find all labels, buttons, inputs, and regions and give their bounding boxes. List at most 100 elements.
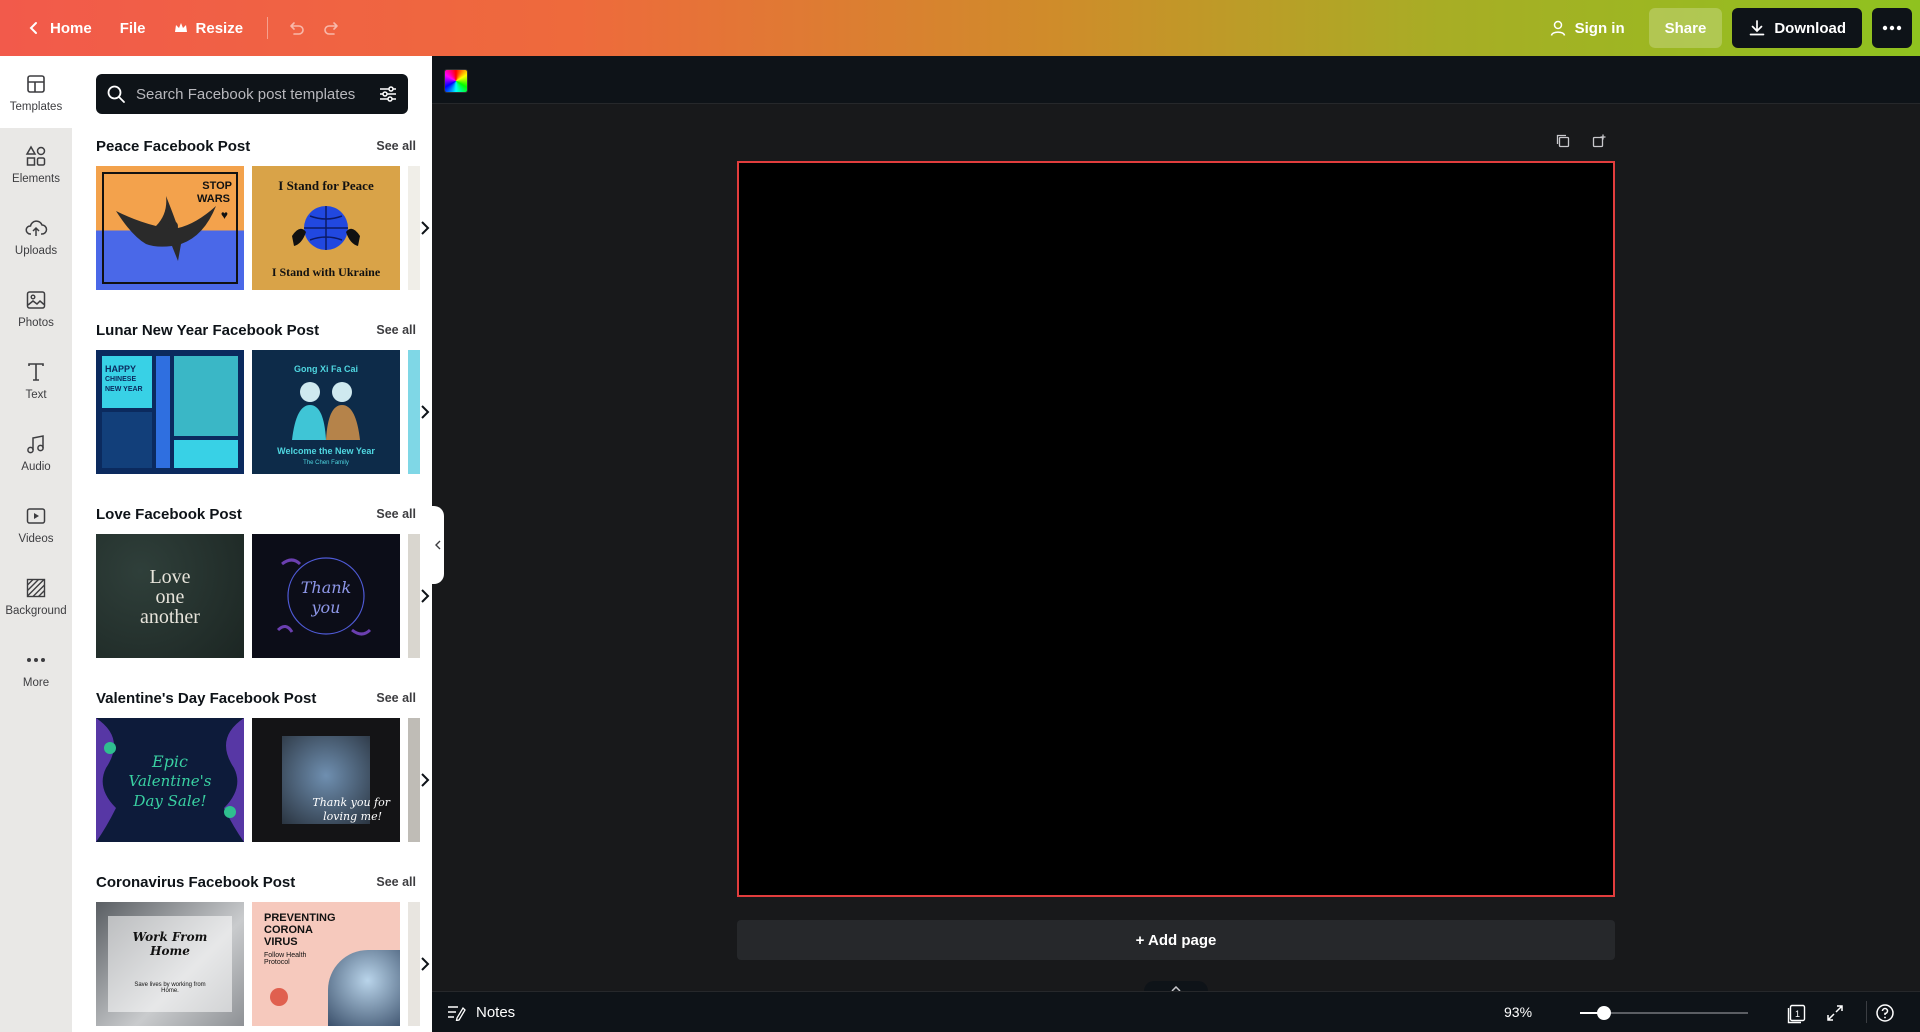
undo-button[interactable] bbox=[278, 10, 314, 46]
template-thumbnail[interactable]: Thank you bbox=[252, 534, 400, 658]
template-thumbnail[interactable]: Thank you for loving me! bbox=[252, 718, 400, 842]
file-menu-button[interactable]: File bbox=[106, 8, 160, 48]
chevron-right-icon bbox=[421, 773, 430, 787]
more-options-button[interactable] bbox=[1872, 8, 1912, 48]
template-thumbnail[interactable]: HAPPY CHINESE NEW YEAR bbox=[96, 350, 244, 474]
rail-item-photos[interactable]: Photos bbox=[0, 272, 72, 344]
template-thumbnail[interactable]: Love one another bbox=[96, 534, 244, 658]
bottom-bar: Notes 93% 1 bbox=[432, 991, 1920, 1032]
user-icon bbox=[1550, 20, 1565, 36]
template-section: Love Facebook Post See all Love one anot… bbox=[96, 504, 430, 658]
carousel-next-button[interactable] bbox=[414, 765, 432, 795]
section-title: Coronavirus Facebook Post bbox=[96, 873, 296, 891]
undo-icon bbox=[290, 22, 304, 35]
template-section: Lunar New Year Facebook Post See all HAP… bbox=[96, 320, 430, 474]
thumb-text: CHINESE bbox=[105, 376, 137, 383]
duplicate-page-button[interactable] bbox=[1552, 130, 1574, 152]
notes-icon bbox=[448, 1006, 466, 1021]
divider bbox=[267, 17, 269, 39]
template-thumbnail[interactable]: PREVENTING CORONA VIRUS Follow Health Pr… bbox=[252, 902, 400, 1026]
sign-in-button[interactable]: Sign in bbox=[1535, 8, 1639, 48]
thumb-text: Thank bbox=[300, 578, 352, 597]
redo-icon bbox=[324, 22, 338, 35]
file-label: File bbox=[119, 19, 146, 37]
rail-item-videos[interactable]: Videos bbox=[0, 488, 72, 560]
search-input[interactable] bbox=[136, 85, 368, 103]
add-page-icon-button[interactable] bbox=[1588, 130, 1610, 152]
thumb-text: CORONA bbox=[264, 924, 313, 936]
thumb-text: Epic bbox=[152, 752, 188, 771]
rail-item-background[interactable]: Background bbox=[0, 560, 72, 632]
see-all-link[interactable]: See all bbox=[376, 691, 416, 705]
home-button[interactable]: Home bbox=[12, 8, 106, 48]
template-thumbnail[interactable]: Epic Valentine's Day Sale! bbox=[96, 718, 244, 842]
rail-label: Videos bbox=[18, 532, 54, 545]
thumb-text: Valentine's bbox=[128, 772, 212, 790]
template-thumbnail[interactable]: STOP WARS ♥ bbox=[96, 166, 244, 290]
heart-icon: ♥ bbox=[220, 208, 228, 222]
editor-area: + Add page bbox=[432, 56, 1920, 1032]
editor-toolbar bbox=[432, 56, 1920, 104]
divider bbox=[1866, 1001, 1867, 1023]
see-all-link[interactable]: See all bbox=[376, 507, 416, 521]
zoom-level[interactable]: 93% bbox=[1504, 1004, 1532, 1020]
background-color-swatch[interactable] bbox=[444, 69, 468, 93]
download-label: Download bbox=[1774, 19, 1846, 37]
download-button[interactable]: Download bbox=[1732, 8, 1862, 48]
help-button[interactable] bbox=[1872, 1000, 1898, 1026]
zoom-slider-knob[interactable] bbox=[1596, 1006, 1611, 1020]
carousel-next-button[interactable] bbox=[414, 949, 432, 979]
home-label: Home bbox=[50, 19, 92, 37]
elements-icon bbox=[25, 144, 46, 166]
rail-item-uploads[interactable]: Uploads bbox=[0, 200, 72, 272]
thumb-text: The Chen Family bbox=[303, 460, 349, 466]
rail-item-elements[interactable]: Elements bbox=[0, 128, 72, 200]
see-all-link[interactable]: See all bbox=[376, 323, 416, 337]
fullscreen-button[interactable] bbox=[1822, 1000, 1848, 1026]
thumb-text: Day Sale! bbox=[133, 792, 207, 810]
chevron-left-icon bbox=[435, 540, 441, 550]
share-label: Share bbox=[1664, 19, 1707, 37]
top-bar: Home File Resize Sign in Share Download bbox=[0, 0, 1920, 56]
template-thumbnail[interactable]: I Stand for Peace I Stand with Ukraine bbox=[252, 166, 400, 290]
design-canvas[interactable] bbox=[737, 161, 1615, 897]
section-title: Valentine's Day Facebook Post bbox=[96, 689, 317, 707]
template-section: Coronavirus Facebook Post See all Work F… bbox=[96, 872, 430, 1026]
collapse-panel-handle[interactable] bbox=[432, 506, 444, 584]
thumb-text: loving me! bbox=[323, 810, 382, 823]
notes-button[interactable]: Notes bbox=[446, 1003, 515, 1021]
chevron-right-icon bbox=[421, 589, 430, 603]
rail-item-templates[interactable]: Templates bbox=[0, 56, 72, 128]
svg-text:1: 1 bbox=[1795, 1009, 1800, 1019]
search-bar bbox=[96, 74, 408, 114]
add-page-button[interactable]: + Add page bbox=[737, 920, 1615, 960]
resize-button[interactable]: Resize bbox=[160, 8, 258, 48]
thumb-text: Thank you for bbox=[312, 796, 390, 809]
redo-button[interactable] bbox=[314, 10, 350, 46]
section-title: Peace Facebook Post bbox=[96, 137, 251, 155]
rail-item-text[interactable]: Text bbox=[0, 344, 72, 416]
thumb-text: Save lives by working from Home. bbox=[134, 982, 206, 994]
rail-label: Photos bbox=[18, 316, 54, 329]
rail-label: Elements bbox=[12, 172, 60, 185]
share-button[interactable]: Share bbox=[1648, 8, 1723, 48]
search-icon bbox=[107, 85, 125, 103]
template-thumbnail[interactable]: Work From Home Save lives by working fro… bbox=[96, 902, 244, 1026]
page-count-button[interactable]: 1 bbox=[1784, 1000, 1810, 1026]
carousel-next-button[interactable] bbox=[414, 581, 432, 611]
duplicate-icon bbox=[1556, 134, 1570, 148]
chevron-left-icon bbox=[29, 22, 37, 34]
see-all-link[interactable]: See all bbox=[376, 875, 416, 889]
thumb-text: Home bbox=[150, 944, 190, 958]
thumb-text: Work From bbox=[132, 930, 208, 944]
carousel-next-button[interactable] bbox=[414, 213, 432, 243]
zoom-slider[interactable] bbox=[1580, 1006, 1748, 1020]
filter-icon[interactable] bbox=[378, 84, 398, 104]
rail-item-audio[interactable]: Audio bbox=[0, 416, 72, 488]
carousel-next-button[interactable] bbox=[414, 397, 432, 427]
template-section: Valentine's Day Facebook Post See all Ep… bbox=[96, 688, 430, 842]
uploads-icon bbox=[25, 219, 48, 236]
template-thumbnail[interactable]: Gong Xi Fa Cai Welcome the New Year The … bbox=[252, 350, 400, 474]
rail-item-more[interactable]: More bbox=[0, 632, 72, 704]
see-all-link[interactable]: See all bbox=[376, 139, 416, 153]
